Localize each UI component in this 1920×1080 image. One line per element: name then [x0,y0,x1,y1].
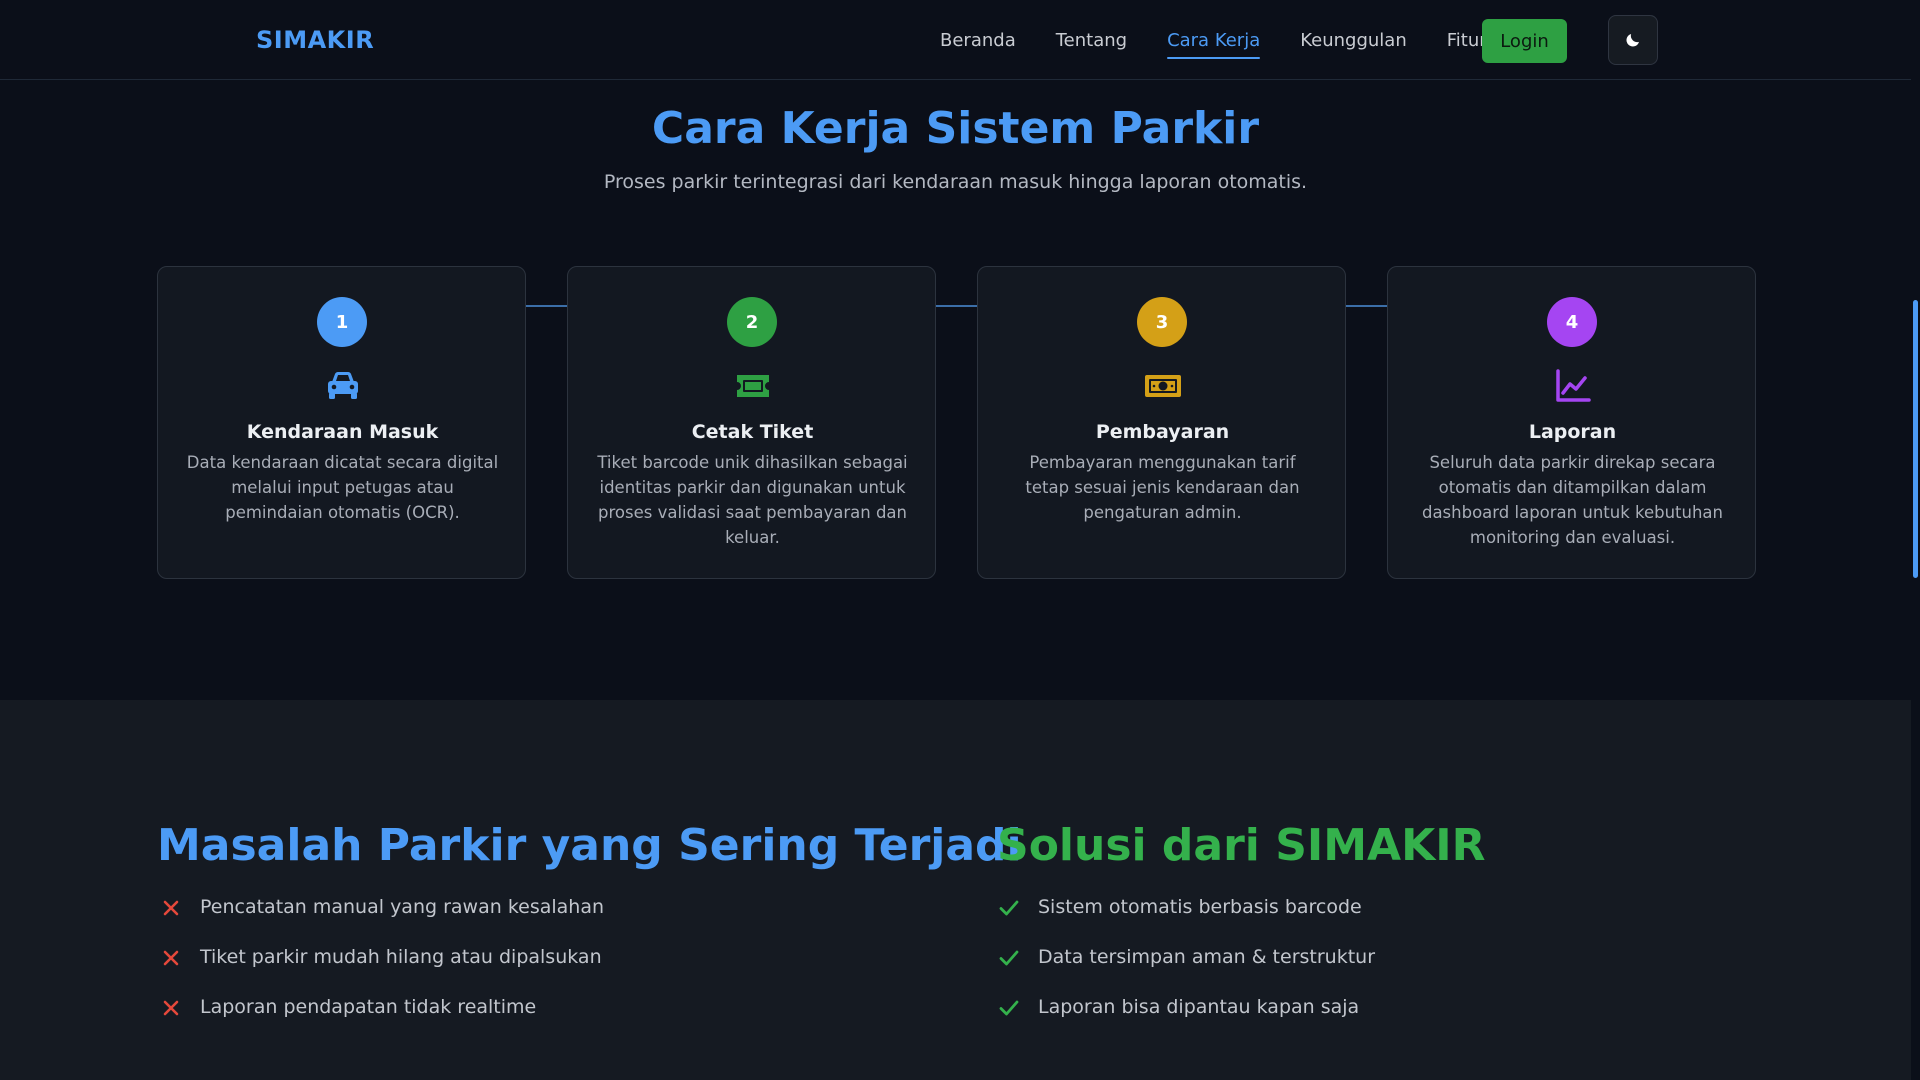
solution-item: Laporan bisa dipantau kapan saja [998,996,1375,1046]
navbar: SIMAKIR Beranda Tentang Cara Kerja Keung… [0,0,1911,80]
nav-link-beranda[interactable]: Beranda [940,30,1016,51]
solutions-list: Sistem otomatis berbasis barcode Data te… [998,896,1375,1046]
page: SIMAKIR Beranda Tentang Cara Kerja Keung… [0,0,1920,1080]
money-icon [1145,375,1181,397]
step-description: Pembayaran menggunakan tarif tetap sesua… [1025,453,1300,522]
solution-item: Sistem otomatis berbasis barcode [998,896,1375,946]
step-connector [1346,305,1387,307]
theme-toggle-button[interactable] [1608,15,1658,65]
problems-title: Masalah Parkir yang Sering Terjadi [157,820,1022,871]
car-icon [328,372,358,399]
login-button[interactable]: Login [1482,19,1567,63]
step-number-badge: 1 [317,297,367,347]
solution-text: Data tersimpan aman & terstruktur [1038,946,1376,968]
how-subtitle: Proses parkir terintegrasi dari kendaraa… [603,171,1308,193]
step-description: Seluruh data parkir direkap secara otoma… [1421,453,1724,547]
problem-solution-section: Masalah Parkir yang Sering Terjadi Penca… [0,700,1911,1080]
step-title: Kendaraan Masuk [246,421,439,443]
solution-text: Laporan bisa dipantau kapan saja [1038,996,1360,1018]
how-it-works-section: Cara Kerja Sistem Parkir Proses parkir t… [0,81,1911,700]
check-mark-icon [999,950,1019,966]
problem-text: Pencatatan manual yang rawan kesalahan [200,896,605,918]
x-mark-icon [163,1000,179,1016]
problem-text: Tiket parkir mudah hilang atau dipalsuka… [200,946,602,968]
step-number-badge: 2 [727,297,777,347]
step-card-4: 4 Laporan Seluruh data parkir direkap se… [1387,266,1756,579]
step-title: Laporan [1528,421,1617,443]
step-description: Tiket barcode unik dihasilkan sebagai id… [597,453,908,547]
check-mark-icon [999,1000,1019,1016]
check-mark-icon [999,900,1019,916]
solution-text: Sistem otomatis berbasis barcode [1038,896,1362,918]
problem-item: Tiket parkir mudah hilang atau dipalsuka… [160,946,604,996]
step-title: Pembayaran [1095,421,1230,443]
problem-text: Laporan pendapatan tidak realtime [200,996,537,1018]
step-number-badge: 4 [1547,297,1597,347]
scrollbar[interactable] [1911,0,1920,1080]
chart-line-icon [1556,369,1591,402]
step-card-2: 2 Cetak Tiket Tiket barcode unik dihasil… [567,266,936,579]
nav-link-tentang[interactable]: Tentang [1056,30,1127,51]
step-description: Data kendaraan dicatat secara digital me… [186,453,499,522]
solutions-title: Solusi dari SIMAKIR [997,820,1486,871]
nav-link-keunggulan[interactable]: Keunggulan [1300,30,1407,51]
solution-item: Data tersimpan aman & terstruktur [998,946,1375,996]
step-card-1: 1 Kendaraan Masuk Data kendaraan dicatat… [157,266,526,579]
scrollbar-thumb[interactable] [1913,300,1918,578]
problem-item: Pencatatan manual yang rawan kesalahan [160,896,604,946]
brand-logo[interactable]: SIMAKIR [256,26,374,54]
nav-links: Beranda Tentang Cara Kerja Keunggulan Fi… [940,0,1527,80]
moon-icon [1626,34,1639,47]
nav-link-cara-kerja[interactable]: Cara Kerja [1167,30,1261,59]
ticket-icon [737,375,769,397]
nav-link-fitur[interactable]: Fitur [1447,30,1487,51]
x-mark-icon [163,900,179,916]
problem-item: Laporan pendapatan tidak realtime [160,996,604,1046]
step-connector [936,305,977,307]
step-number-badge: 3 [1137,297,1187,347]
problems-list: Pencatatan manual yang rawan kesalahan T… [160,896,604,1046]
step-connector [526,305,567,307]
x-mark-icon [163,950,179,966]
step-title: Cetak Tiket [691,421,814,443]
step-card-3: 3 Pembayaran Pembayaran menggunakan tari… [977,266,1346,579]
how-title: Cara Kerja Sistem Parkir [651,103,1260,154]
